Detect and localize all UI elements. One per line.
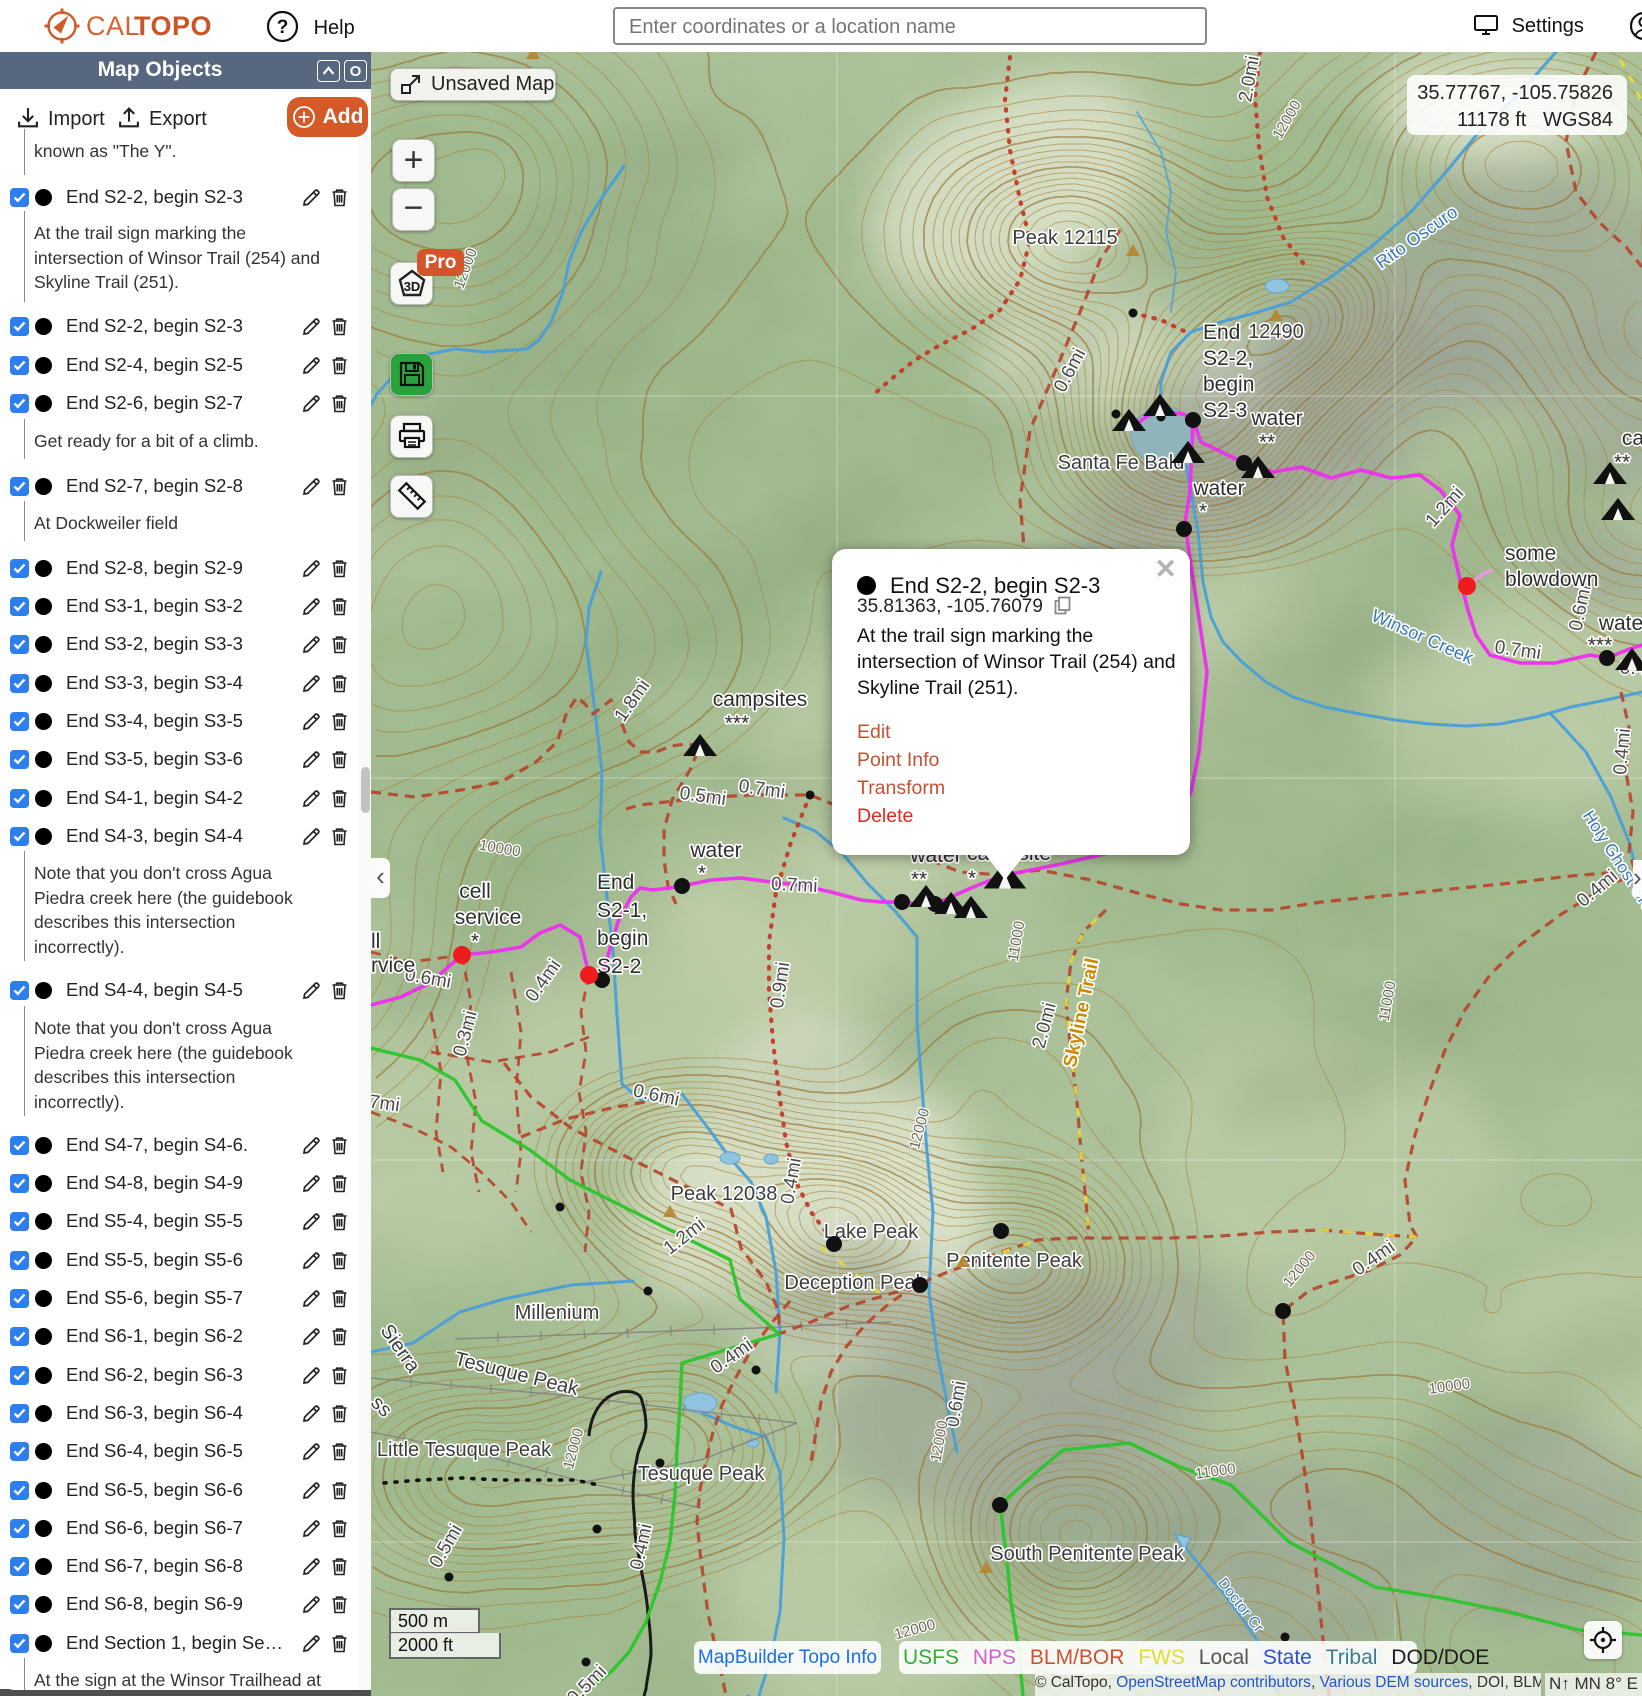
svg-text:ll: ll xyxy=(371,930,380,953)
svg-text:**: ** xyxy=(1259,431,1275,454)
svg-text:campsites: campsites xyxy=(713,688,808,711)
svg-text:Peak 12115: Peak 12115 xyxy=(1012,227,1117,249)
svg-text:S2-2,: S2-2, xyxy=(1203,347,1253,370)
svg-text:3D: 3D xyxy=(403,279,420,294)
svg-text:S2-1,: S2-1, xyxy=(597,899,647,922)
svg-text:*: * xyxy=(471,930,479,953)
svg-text:ca: ca xyxy=(1622,427,1642,450)
svg-text:S2-3: S2-3 xyxy=(1203,399,1247,422)
svg-text:water: water xyxy=(1250,407,1302,430)
svg-text:rvice: rvice xyxy=(371,954,415,977)
svg-text:***: *** xyxy=(725,712,750,735)
svg-text:TOPO: TOPO xyxy=(134,11,212,41)
svg-text:CAL: CAL xyxy=(86,11,140,41)
svg-text:water: water xyxy=(689,839,741,862)
svg-text:some: some xyxy=(1505,542,1556,565)
svg-text:Tesuque Peak: Tesuque Peak xyxy=(638,1463,766,1485)
svg-text:wate: wate xyxy=(1598,612,1642,635)
svg-text:Little Tesuque Peak: Little Tesuque Peak xyxy=(377,1439,552,1461)
svg-text:.7mi: .7mi xyxy=(371,1091,401,1117)
svg-text:Penitente Peak: Penitente Peak xyxy=(946,1250,1083,1272)
svg-text:End: End xyxy=(597,871,634,894)
svg-text:Millenium: Millenium xyxy=(515,1302,599,1324)
svg-text:begin: begin xyxy=(597,927,648,950)
svg-text:begin: begin xyxy=(1203,373,1254,396)
svg-text:?: ? xyxy=(277,17,289,38)
svg-text:service: service xyxy=(455,906,522,929)
svg-text:cell: cell xyxy=(459,880,491,903)
svg-text:Deception Peak: Deception Peak xyxy=(784,1272,926,1294)
svg-text:0.4mi: 0.4mi xyxy=(1610,727,1635,775)
svg-text:South Penitente Peak: South Penitente Peak xyxy=(990,1543,1184,1565)
svg-text:*: * xyxy=(968,867,976,890)
svg-text:End: End xyxy=(1203,321,1240,344)
svg-text:12490: 12490 xyxy=(1248,321,1304,343)
svg-text:0.7mi: 0.7mi xyxy=(771,874,819,897)
svg-text:water: water xyxy=(1192,477,1244,500)
svg-text:Santa Fe Bald: Santa Fe Bald xyxy=(1058,452,1185,474)
svg-text:*: * xyxy=(698,862,706,885)
svg-text:blowdown: blowdown xyxy=(1505,568,1598,591)
svg-text:*: * xyxy=(1199,500,1207,523)
svg-text:Peak 12038: Peak 12038 xyxy=(671,1183,778,1205)
